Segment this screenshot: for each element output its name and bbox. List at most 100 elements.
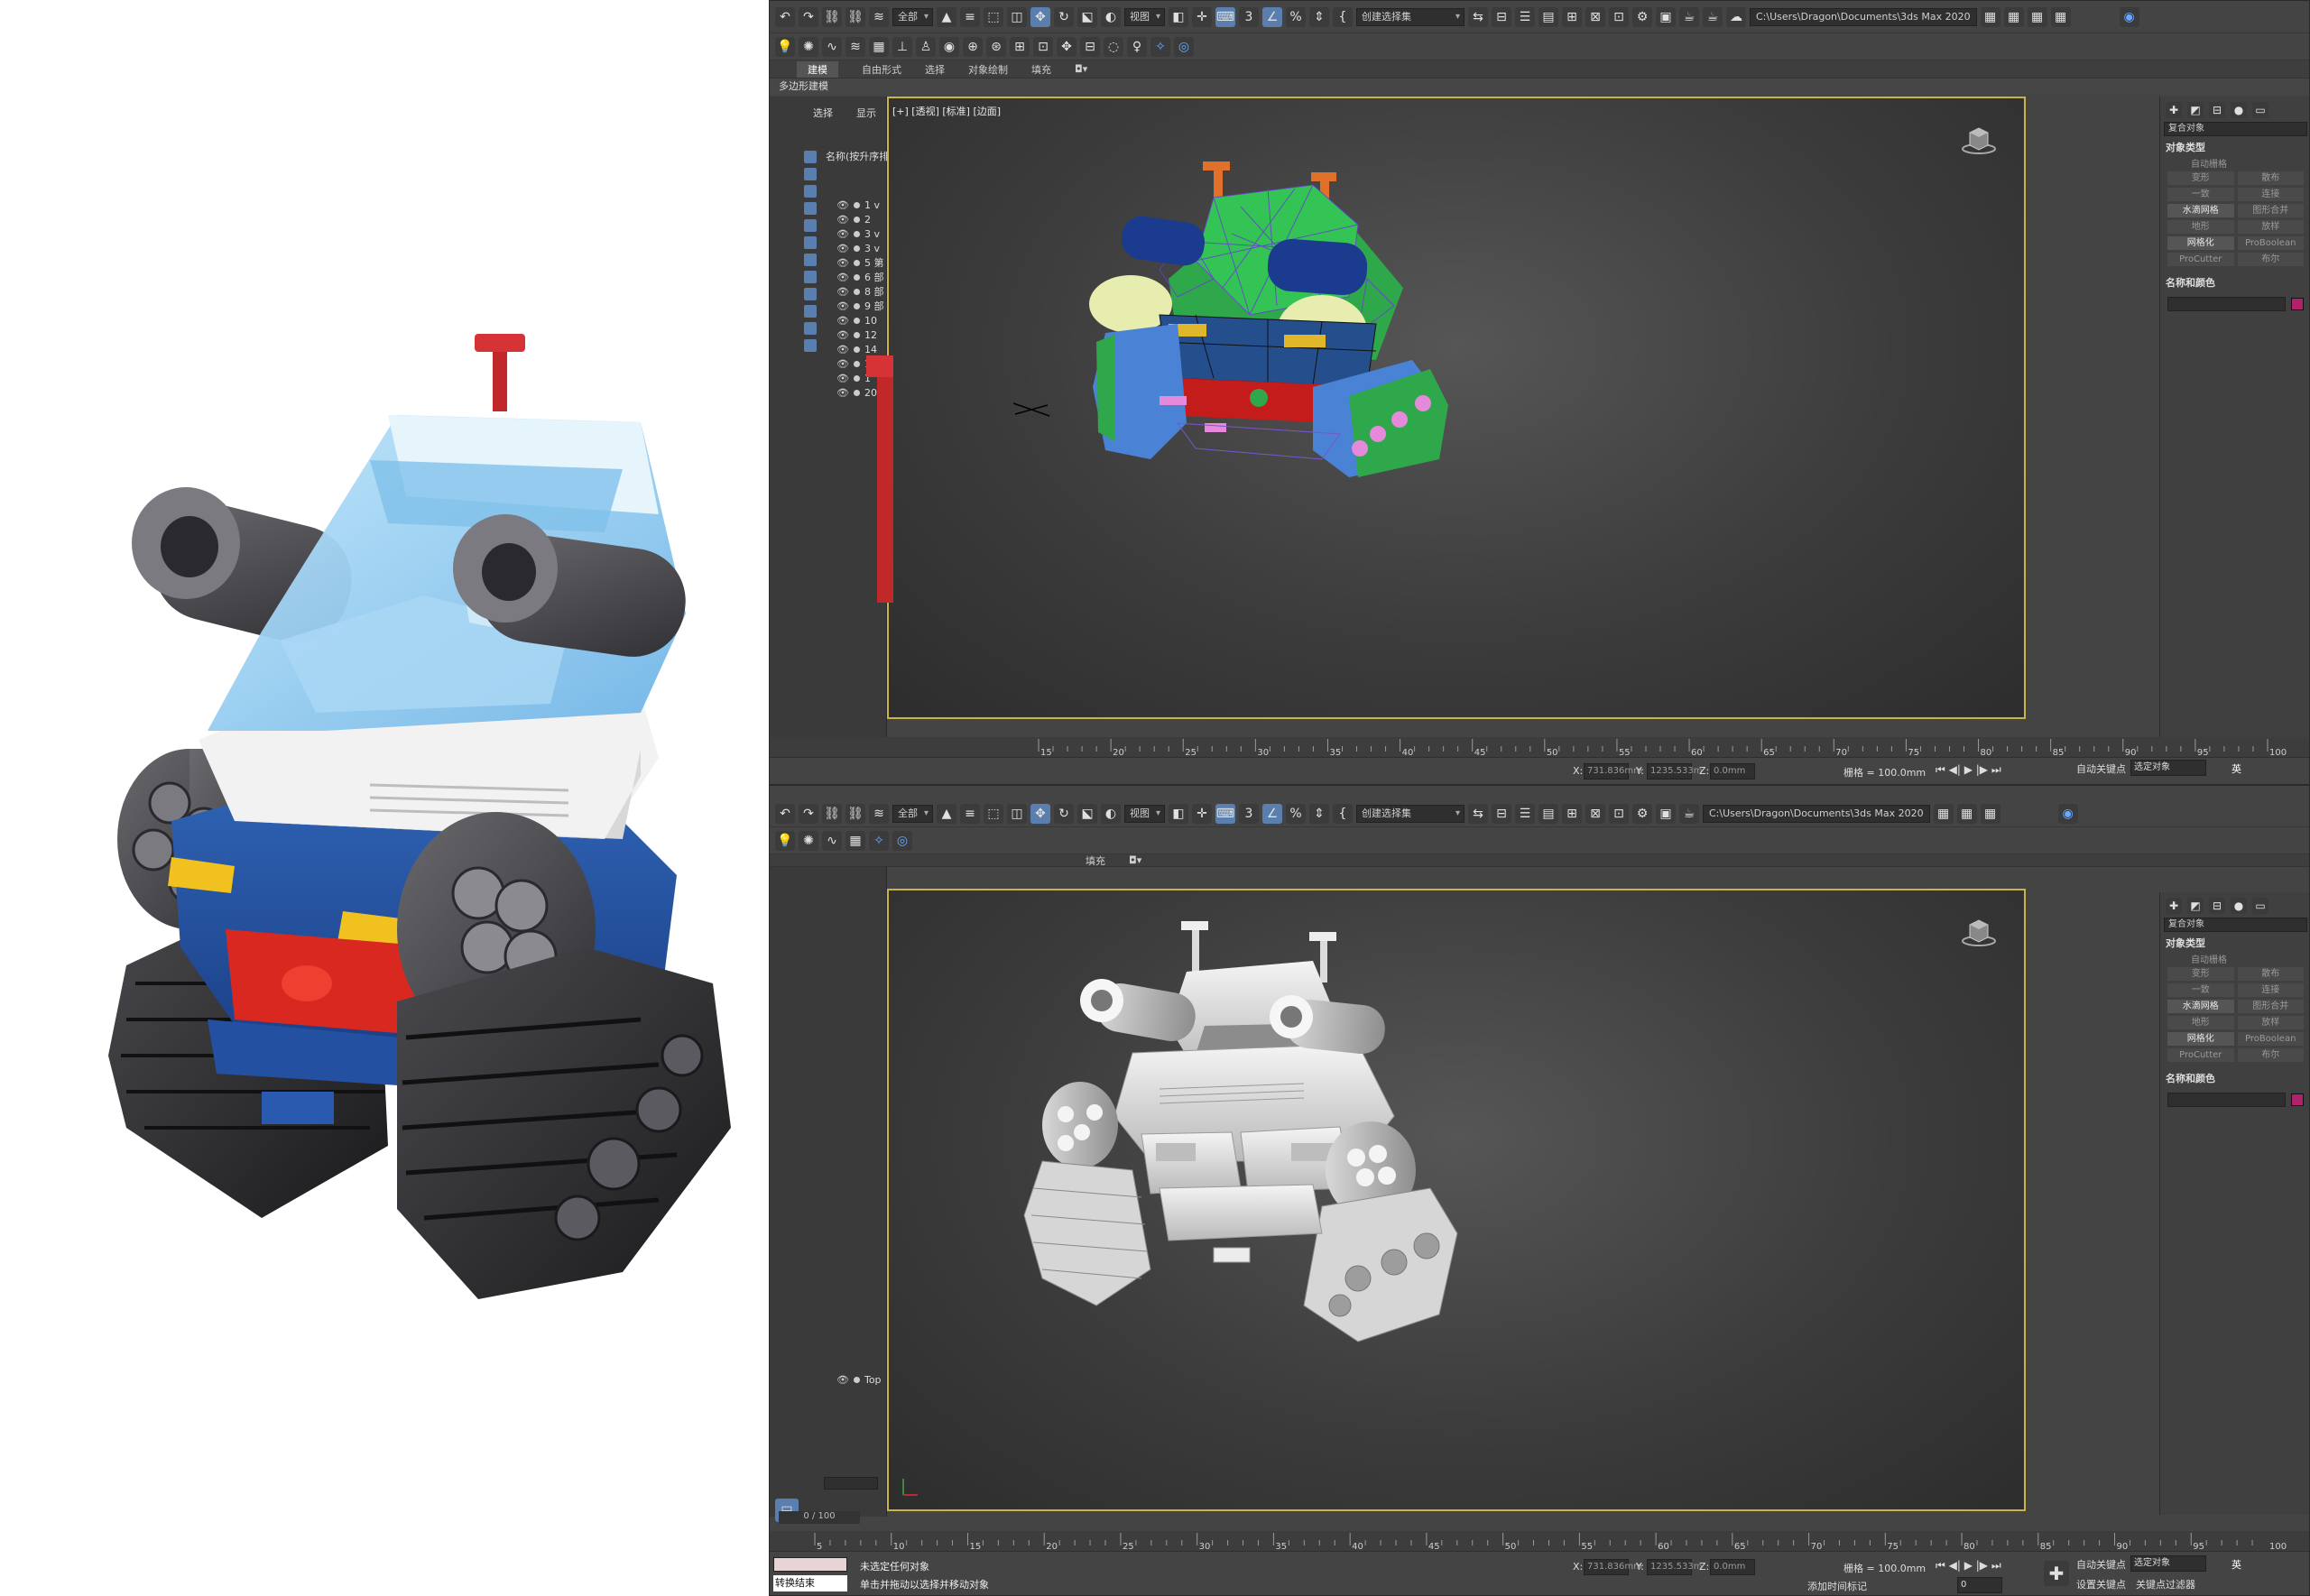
filter-helper-icon[interactable] [804, 219, 817, 232]
helper-icon[interactable]: ⊕ [963, 36, 983, 57]
plugin-icon[interactable]: ✧ [1150, 36, 1170, 57]
scene-row[interactable]: 👁 3 v [836, 241, 880, 255]
ime-indicator[interactable]: 英 [2231, 1557, 2241, 1572]
object-type-button[interactable]: 布尔 [2237, 1048, 2304, 1062]
reference-coord-dropdown[interactable]: 视图 [1124, 7, 1165, 26]
spinner-snap-icon[interactable]: ⇕ [1309, 803, 1329, 824]
set-key-button[interactable]: 设置关键点 [2076, 1577, 2126, 1591]
display-icon[interactable]: ◌ [1104, 36, 1123, 57]
filter-light-icon[interactable] [804, 185, 817, 198]
object-type-button[interactable]: 地形 [2167, 1016, 2234, 1029]
window-crossing-icon[interactable]: ◫ [1007, 6, 1027, 27]
display-tab-icon[interactable]: ▭ [2252, 102, 2268, 118]
camera-icon[interactable]: ◉ [939, 36, 959, 57]
selection-filter-dropdown[interactable]: 全部 [892, 7, 933, 26]
object-type-button[interactable]: 网格化 [2167, 236, 2234, 250]
visibility-eye-icon[interactable]: 👁 [836, 214, 849, 226]
modifier-icon[interactable]: ⊡ [1033, 36, 1053, 57]
object-type-button[interactable]: 水滴网格 [2167, 1000, 2234, 1013]
layer-explorer-icon[interactable]: ☰ [1515, 6, 1535, 27]
y-coord-field[interactable]: 1235.533m [1647, 1559, 1702, 1575]
auto-grid-checkbox[interactable]: 自动栅格 [2160, 952, 2309, 965]
select-rotate-icon[interactable]: ↻ [1054, 6, 1074, 27]
layer-explorer-icon[interactable]: ☰ [1515, 803, 1535, 824]
motion-tab-icon[interactable]: ● [2231, 102, 2247, 118]
filter-camera-icon[interactable] [804, 202, 817, 215]
render-frame-icon[interactable]: ▣ [1656, 6, 1676, 27]
name-color-header[interactable]: 名称和颜色 [2160, 273, 2309, 291]
render-setup-icon[interactable]: ⚙ [1632, 803, 1652, 824]
modify-tab-icon[interactable]: ◩ [2187, 898, 2204, 914]
pivot-center-icon[interactable]: ◧ [1169, 803, 1188, 824]
manipulate-icon[interactable]: ✛ [1192, 6, 1212, 27]
scene-row[interactable]: 👁 3 v [836, 226, 880, 241]
motion-icon[interactable]: ⊟ [1080, 36, 1100, 57]
spinner-snap-icon[interactable]: ⇕ [1309, 6, 1329, 27]
ribbon-toggle-icon[interactable]: ▤ [1538, 803, 1558, 824]
display-tab-icon[interactable]: ▭ [2252, 898, 2268, 914]
category-dropdown[interactable]: 复合对象 [2164, 918, 2307, 932]
key-mode-icon[interactable]: ✚ [2044, 1561, 2069, 1586]
visibility-eye-icon[interactable]: 👁 [836, 228, 849, 240]
current-frame-field[interactable]: 0 [1957, 1577, 2002, 1593]
percent-snap-icon[interactable]: % [1286, 803, 1306, 824]
named-selection-dropdown[interactable]: 创建选择集 [1356, 7, 1465, 26]
filter-frozen-icon[interactable] [804, 322, 817, 335]
scene-column-name[interactable]: 名称(按升序排 [826, 149, 889, 163]
material-editor-icon[interactable]: ⊡ [1609, 6, 1629, 27]
render-icon[interactable]: ☕ [1679, 803, 1699, 824]
edit-named-sets-icon[interactable]: { [1333, 6, 1353, 27]
grid-icon[interactable]: ▦ [869, 36, 889, 57]
light-icon[interactable]: 💡 [775, 36, 795, 57]
align-icon[interactable]: ⊟ [1492, 803, 1511, 824]
curve-editor-icon[interactable]: ⊞ [1562, 803, 1582, 824]
filter-geometry-icon[interactable] [804, 151, 817, 163]
hair-icon[interactable]: ∿ [822, 36, 842, 57]
playback-controls[interactable]: ⏮ ◀| ▶ |▶ ⏭ [1936, 763, 2001, 777]
material-editor-icon[interactable]: ⊡ [1609, 803, 1629, 824]
ribbon-tab-freeform[interactable]: 自由形式 [862, 62, 901, 77]
object-type-button[interactable]: 图形合并 [2237, 204, 2304, 217]
select-by-name-icon[interactable]: ≡ [960, 6, 980, 27]
open-project-icon[interactable]: ▦ [1956, 803, 1977, 824]
align-icon[interactable]: ⊟ [1492, 6, 1511, 27]
snaps-toggle-icon[interactable]: 3 [1239, 6, 1259, 27]
object-type-button[interactable]: 布尔 [2237, 253, 2304, 266]
ribbon-tab-object-paint[interactable]: 对象绘制 [968, 62, 1008, 77]
scene-tab-display[interactable]: 显示 [856, 106, 876, 120]
named-selection-dropdown[interactable]: 创建选择集 [1356, 804, 1465, 823]
auto-key-button[interactable]: 自动关键点 [2076, 761, 2126, 776]
freeze-dot-icon[interactable] [853, 273, 860, 281]
curve-editor-icon[interactable]: ⊞ [1562, 6, 1582, 27]
filter-container-icon[interactable] [804, 305, 817, 318]
rect-selection-icon[interactable]: ⬚ [984, 6, 1003, 27]
ime-indicator[interactable]: 英 [2231, 761, 2241, 776]
time-slider-bottom[interactable]: 5 10 15 20 25 30 35 40 45 50 55 60 65 70 75 80 85 90 95 100 [770, 1531, 2309, 1551]
visibility-eye-icon[interactable]: 👁 [836, 243, 849, 254]
object-type-button[interactable]: 连接 [2237, 983, 2304, 997]
frame-range-readout[interactable]: 0 / 100 [779, 1511, 860, 1524]
name-color-header[interactable]: 名称和颜色 [2160, 1069, 2309, 1087]
scene-row[interactable]: 👁 6 部 [836, 270, 883, 284]
ribbon-tab-populate[interactable]: 填充 [1031, 62, 1051, 77]
filter-shape-icon[interactable] [804, 168, 817, 180]
visibility-eye-icon[interactable]: 👁 [836, 300, 849, 312]
ribbon-options-icon[interactable]: ◘▾ [1129, 854, 1141, 866]
x-coord-field[interactable]: 731.836mm [1584, 763, 1642, 780]
motion-tab-icon[interactable]: ● [2231, 898, 2247, 914]
render-iterative-icon[interactable]: ☕ [1703, 6, 1723, 27]
scene-row[interactable]: 👁 8 部 [836, 284, 883, 299]
spacewarp-icon[interactable]: ⊛ [986, 36, 1006, 57]
freeze-dot-icon[interactable] [853, 230, 860, 237]
unlink-icon[interactable]: ⛓ [845, 6, 865, 27]
select-object-icon[interactable]: ▲ [937, 6, 956, 27]
filter-xref-icon[interactable] [804, 271, 817, 283]
scene-tab-select[interactable]: 选择 [813, 106, 833, 120]
x-coord-field[interactable]: 731.836mm [1584, 1559, 1642, 1575]
mirror-icon[interactable]: ⇆ [1468, 6, 1488, 27]
object-type-button[interactable]: 图形合并 [2237, 1000, 2304, 1013]
object-type-button[interactable]: ProBoolean [2237, 236, 2304, 250]
biped-icon[interactable]: ♙ [916, 36, 936, 57]
scene-row[interactable]: 👁 2 [836, 212, 871, 226]
add-time-tag[interactable]: 添加时间标记 [1807, 1579, 1867, 1593]
